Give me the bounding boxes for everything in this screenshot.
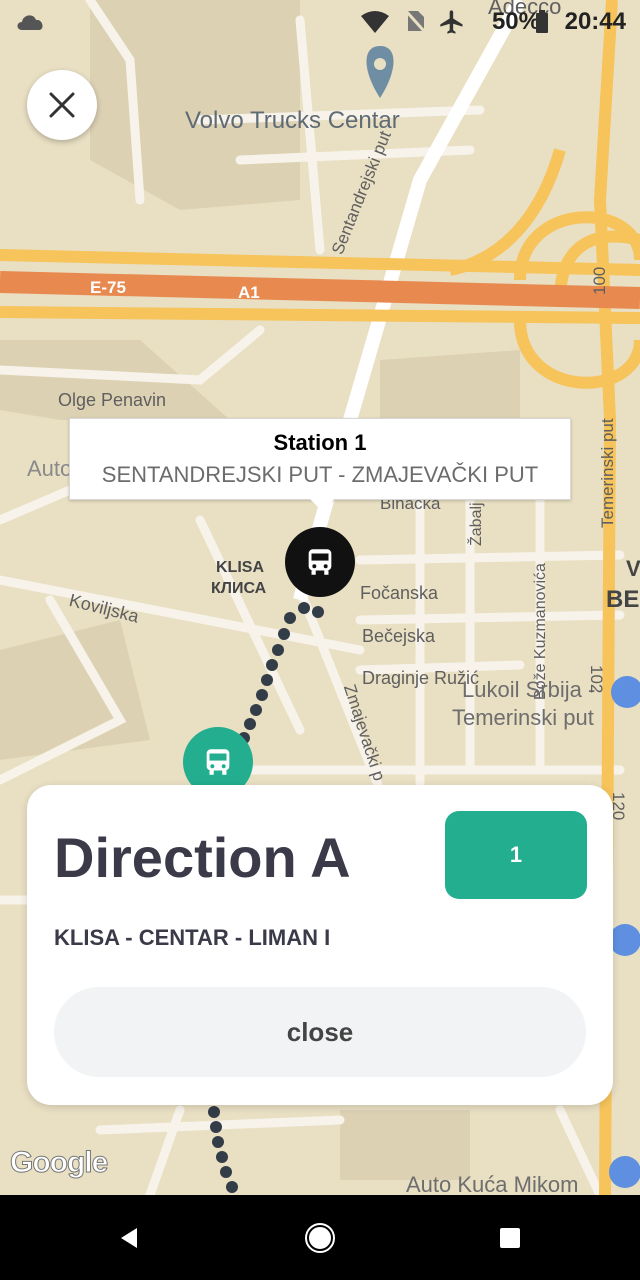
battery-icon	[536, 10, 548, 33]
status-time: 20:44	[564, 8, 626, 35]
status-bar: 50% 20:44	[0, 0, 640, 44]
google-logo: Google	[9, 1146, 108, 1180]
home-icon	[305, 1223, 335, 1253]
station-marker-active[interactable]	[285, 527, 355, 597]
callout-title: Station 1	[273, 430, 367, 455]
map-label-v-edge: V	[626, 556, 640, 581]
callout-subtitle: SENTANDREJSKI PUT - ZMAJEVAČKI PUT	[101, 462, 539, 487]
map-label-becejska: Bečejska	[362, 626, 436, 646]
close-icon	[49, 92, 75, 118]
map-label-100: 100	[590, 266, 609, 295]
map-label-auto-kuca: Auto Kuća Mikom	[406, 1172, 579, 1195]
map-label-lukoil-2: Temerinski put	[452, 705, 594, 730]
map-label-olge: Olge Penavin	[58, 390, 167, 410]
map-label-102: 102	[587, 665, 606, 694]
recents-icon	[500, 1228, 520, 1248]
map-label-volvo: Volvo Trucks Centar	[185, 107, 400, 134]
map-label-a1: A1	[238, 283, 260, 302]
cloud-icon	[17, 15, 43, 30]
map-label-zabalj: Žabalj	[468, 502, 485, 546]
map-label-auto: Auto	[27, 456, 73, 481]
airplane-mode-icon	[440, 10, 463, 34]
home-button[interactable]	[297, 1215, 343, 1261]
recents-button[interactable]	[487, 1215, 533, 1261]
map-label-focanska: Fočanska	[360, 583, 439, 603]
map-label-lukoil-1: Lukoil Srbija -	[462, 677, 596, 702]
back-button[interactable]	[106, 1215, 152, 1261]
close-button[interactable]: close	[54, 987, 586, 1077]
direction-sheet: Direction A 1 KLISA - CENTAR - LIMAN I c…	[27, 785, 613, 1105]
bus-icon	[308, 549, 332, 575]
direction-title: Direction A	[54, 826, 351, 889]
map-label-temerinski: Temerinski put	[598, 418, 617, 528]
station-callout[interactable]: Station 1 SENTANDREJSKI PUT - ZMAJEVAČKI…	[69, 418, 571, 511]
wifi-icon	[361, 11, 389, 33]
line-number-badge[interactable]: 1	[445, 811, 587, 899]
system-navigation-bar	[0, 1195, 640, 1280]
close-map-button[interactable]	[27, 70, 97, 140]
map-label-e75: E-75	[90, 278, 126, 297]
map-label-klisa-lat: KLISA	[216, 559, 264, 576]
map-label-be: BE	[606, 586, 640, 613]
route-name: KLISA - CENTAR - LIMAN I	[54, 925, 331, 950]
back-icon	[121, 1228, 137, 1248]
no-sim-icon	[404, 9, 426, 33]
callout-pointer	[310, 499, 334, 511]
battery-percent: 50%	[491, 8, 540, 35]
bus-icon	[206, 749, 230, 775]
map-label-klisa-cyr: КЛИСА	[211, 580, 267, 597]
